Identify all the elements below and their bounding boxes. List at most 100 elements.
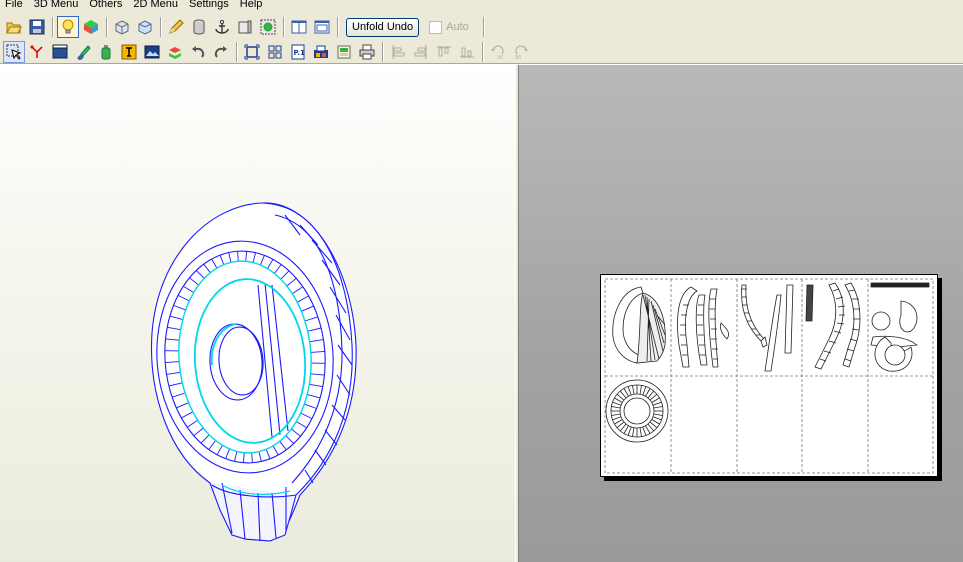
fit-page-icon	[244, 44, 260, 60]
anchor-icon	[215, 19, 229, 34]
color-cube-icon	[84, 20, 98, 34]
fit-page-button[interactable]	[241, 41, 263, 63]
toolbar-separator	[160, 17, 162, 37]
rotate-ccw-button[interactable]: 90	[487, 41, 509, 63]
unfolded-parts[interactable]	[601, 275, 937, 476]
toolbar-separator	[337, 17, 339, 37]
menu-file[interactable]: File	[0, 0, 29, 10]
print-icon	[359, 44, 375, 60]
save-button[interactable]	[26, 16, 48, 38]
brush-icon	[77, 45, 91, 60]
edge-tool-button[interactable]	[26, 41, 48, 63]
save-icon	[29, 19, 45, 35]
redo-curve-button[interactable]	[210, 41, 232, 63]
clapper-icon	[52, 44, 68, 59]
2d-view[interactable]	[519, 65, 963, 562]
page-number-icon: P.1	[291, 44, 306, 60]
box-flat-icon	[138, 20, 152, 35]
3d-wireframe-model[interactable]	[0, 65, 515, 562]
3d-view[interactable]	[0, 65, 515, 562]
toolbar-separator	[382, 42, 384, 62]
pencil-icon	[169, 19, 184, 34]
menu-help[interactable]: Help	[235, 0, 269, 10]
light-button[interactable]	[57, 16, 79, 38]
text-tool-button[interactable]	[118, 41, 140, 63]
join-icon	[169, 47, 181, 59]
image-icon	[144, 45, 160, 59]
align-left-icon	[392, 45, 405, 59]
export-icon	[337, 45, 351, 59]
auto-checkbox-label: Auto	[446, 21, 469, 33]
open-folder-icon	[6, 22, 22, 34]
auto-checkbox[interactable]: Auto	[429, 20, 469, 34]
align-top-icon	[437, 46, 451, 57]
toolbar-separator	[236, 42, 238, 62]
toolbar-separator	[283, 17, 285, 37]
open-button[interactable]	[3, 16, 25, 38]
rotate-90-ccw-icon: 90	[491, 45, 504, 60]
join-button[interactable]	[164, 41, 186, 63]
menu-others[interactable]: Others	[84, 0, 128, 10]
box-flat-button[interactable]	[134, 16, 156, 38]
rotate-90-cw-icon: 90	[515, 45, 528, 60]
image-button[interactable]	[141, 41, 163, 63]
unfold-undo-button[interactable]: Unfold Undo	[346, 17, 420, 37]
texture-button[interactable]	[80, 16, 102, 38]
menu-bar: File 3D Menu Others 2D Menu Settings Hel…	[0, 0, 963, 13]
main-toolbar: Unfold Undo Auto	[0, 15, 488, 39]
pencil-button[interactable]	[165, 16, 187, 38]
redo-curve-icon	[214, 46, 227, 58]
align-left-button[interactable]	[387, 41, 409, 63]
align-right-icon	[414, 45, 427, 59]
panel-button[interactable]	[234, 16, 256, 38]
anchor-button[interactable]	[211, 16, 233, 38]
text-tool-icon	[121, 44, 137, 60]
edge-tool-icon	[30, 45, 43, 58]
paper-sheet[interactable]	[600, 274, 938, 477]
undo-curve-button[interactable]	[187, 41, 209, 63]
cylinder-button[interactable]	[188, 16, 210, 38]
select-arrow-icon	[6, 44, 22, 60]
align-right-button[interactable]	[410, 41, 432, 63]
brush-button[interactable]	[72, 41, 94, 63]
clapper-button[interactable]	[49, 41, 71, 63]
toolbar-separator	[106, 17, 108, 37]
split-view-button[interactable]	[311, 16, 333, 38]
globe-box-icon	[260, 19, 276, 35]
window-single-icon	[291, 20, 307, 34]
single-view-button[interactable]	[288, 16, 310, 38]
svg-text:90: 90	[497, 55, 503, 60]
panel-icon	[238, 20, 252, 34]
lightbulb-icon	[62, 19, 74, 34]
globe-box-button[interactable]	[257, 16, 279, 38]
undo-curve-icon	[192, 46, 205, 58]
align-top-button[interactable]	[433, 41, 455, 63]
window-split-icon	[314, 20, 330, 34]
print-setup-icon	[314, 45, 328, 58]
print-setup-button[interactable]	[310, 41, 332, 63]
menu-settings[interactable]: Settings	[184, 0, 235, 10]
svg-text:90: 90	[515, 55, 521, 60]
page-number-button[interactable]: P.1	[287, 41, 309, 63]
layout-button[interactable]	[264, 41, 286, 63]
box-button[interactable]	[111, 16, 133, 38]
export-button[interactable]	[333, 41, 355, 63]
print-button[interactable]	[356, 41, 378, 63]
bottle-button[interactable]	[95, 41, 117, 63]
toolbar-separator	[482, 42, 484, 62]
toolbar-separator	[52, 17, 54, 37]
bottle-icon	[101, 45, 111, 60]
cylinder-icon	[193, 19, 205, 35]
auto-checkbox-box[interactable]	[429, 20, 443, 34]
align-bottom-icon	[460, 47, 474, 58]
menu-3d[interactable]: 3D Menu	[29, 0, 85, 10]
toolbar-separator	[482, 17, 485, 37]
box-icon	[115, 20, 129, 35]
layout-icon	[268, 45, 282, 59]
menu-2d[interactable]: 2D Menu	[128, 0, 184, 10]
align-bottom-button[interactable]	[456, 41, 478, 63]
rotate-cw-button[interactable]: 90	[510, 41, 532, 63]
edit-toolbar: P.1 90 90	[0, 40, 533, 64]
svg-text:P.1: P.1	[294, 49, 306, 57]
select-tool-button[interactable]	[3, 41, 25, 63]
